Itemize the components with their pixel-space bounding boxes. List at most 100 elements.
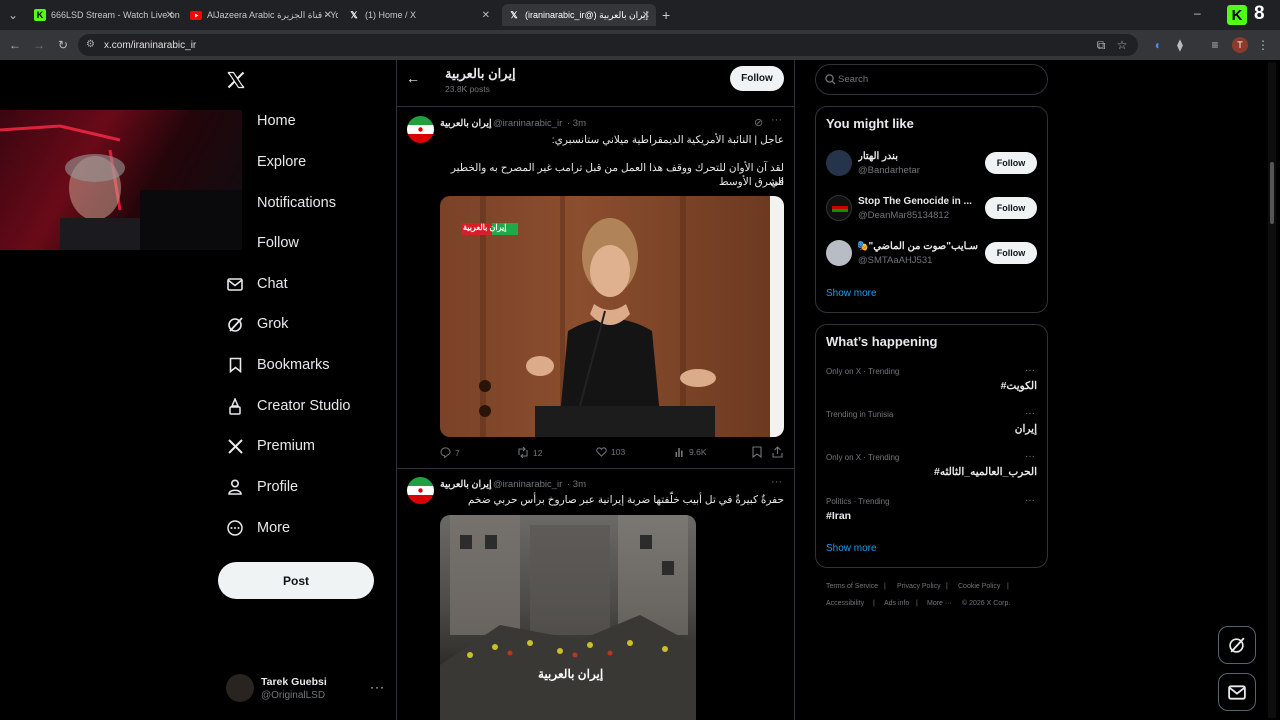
tab-kick[interactable]: K 666LSD Stream - Watch Live on ✕ — [30, 4, 180, 26]
reply-button[interactable]: 7 — [440, 447, 460, 458]
trend-item[interactable]: #الكويت — [826, 380, 1037, 392]
account-avatar[interactable] — [226, 674, 254, 702]
repost-button[interactable]: 12 — [517, 447, 542, 458]
repost-icon — [518, 447, 528, 458]
trend-more-icon[interactable]: ··· — [1025, 365, 1035, 376]
x-logo-icon[interactable] — [226, 70, 246, 90]
tweet-more-icon[interactable]: ··· — [771, 476, 782, 488]
nav-bookmarks[interactable]: Bookmarks — [226, 350, 330, 380]
reply-icon — [440, 447, 451, 458]
footer-link[interactable]: Privacy Policy — [897, 583, 941, 590]
footer-link[interactable]: Cookie Policy — [958, 583, 1000, 590]
close-icon[interactable]: ✕ — [324, 10, 332, 21]
profile-follow-button[interactable]: Follow — [730, 66, 784, 91]
footer-link[interactable]: Accessibility — [826, 600, 864, 607]
follow-button[interactable]: Follow — [985, 242, 1037, 264]
install-icon[interactable]: ⧉ — [1094, 38, 1108, 52]
follow-button[interactable]: Follow — [985, 152, 1037, 174]
messages-float-button[interactable] — [1218, 673, 1256, 711]
tweet-avatar[interactable] — [407, 116, 434, 143]
search-box[interactable]: Search — [815, 64, 1048, 95]
trend-item[interactable]: #Iran — [826, 510, 851, 522]
avatar[interactable] — [826, 240, 852, 266]
scrollbar-thumb[interactable] — [1270, 162, 1274, 224]
tab-youtube[interactable]: AlJazeera Arabic قناة الجزيرة - Yo ✕ — [186, 4, 338, 26]
site-info-icon[interactable]: ⚙ — [86, 39, 95, 50]
trend-item[interactable]: #الحرب_العالميه_الثالثه — [826, 466, 1037, 478]
views-button[interactable]: 9.6K — [675, 447, 707, 457]
back-arrow-icon[interactable]: ← — [406, 70, 420, 86]
forward-icon[interactable]: → — [32, 38, 46, 52]
post-button[interactable]: Post — [218, 562, 374, 599]
bookmark-icon[interactable] — [752, 446, 762, 458]
close-icon[interactable]: ✕ — [642, 10, 650, 21]
tweet-author[interactable]: إيران بالعربية — [440, 118, 492, 129]
suggestion-name[interactable]: بندر الهتار — [858, 151, 978, 162]
close-icon[interactable]: ✕ — [166, 10, 174, 21]
tweet-more-icon[interactable]: ··· — [771, 114, 782, 126]
trend-more-icon[interactable]: ··· — [1025, 451, 1035, 462]
tweet-image[interactable]: إيران بالعربية — [440, 515, 696, 720]
footer-link[interactable]: Ads info — [884, 600, 909, 607]
scrollbar[interactable] — [1268, 62, 1276, 718]
suggestion-handle: @DeanMar85134812 — [858, 210, 949, 221]
tab-search-icon[interactable]: ⌄ — [6, 8, 20, 22]
nav-notifications[interactable]: Notifications — [226, 188, 336, 218]
tweet-image[interactable]: إيران بالعربية — [440, 196, 784, 437]
tweet-handle[interactable]: @iraninarabic_ir — [493, 479, 562, 490]
back-icon[interactable]: ← — [8, 38, 22, 52]
nav-chat[interactable]: Chat — [226, 269, 288, 299]
nav-more[interactable]: More — [226, 513, 290, 543]
account-menu-icon[interactable]: ··· — [370, 680, 385, 694]
tweet-handle[interactable]: @iraninarabic_ir — [493, 118, 562, 129]
nav-follow[interactable]: Follow — [226, 228, 299, 258]
footer-sep: | — [916, 600, 918, 607]
suggestion-name[interactable]: سـايب"صوت من الماضي"🎭 — [858, 241, 978, 252]
nav-explore[interactable]: Explore — [226, 147, 306, 177]
nav-profile[interactable]: Profile — [226, 472, 298, 502]
trend-meta: Trending in Tunisia — [826, 410, 894, 419]
extensions-icon[interactable]: ⧫ — [1173, 38, 1187, 52]
speaker-photo — [462, 196, 784, 437]
url-text: x.com/iraninarabic_ir — [104, 39, 197, 51]
tab-x-profile[interactable]: 𝕏 إيران بالعربية (@iraninarabic_ir) ✕ — [502, 4, 656, 26]
tab-x-home[interactable]: 𝕏 (1) Home / X ✕ — [344, 4, 496, 26]
profile-avatar[interactable]: T — [1232, 37, 1248, 53]
close-icon[interactable]: ✕ — [482, 10, 490, 21]
minimize-icon[interactable]: – — [1194, 6, 1201, 20]
nav-premium[interactable]: Premium — [226, 431, 315, 461]
address-bar[interactable]: ⚙ x.com/iraninarabic_ir — [78, 34, 1138, 56]
tweet-time[interactable]: · 3m — [567, 479, 586, 490]
nav-creator-studio[interactable]: Creator Studio — [226, 391, 351, 421]
share-icon[interactable] — [772, 446, 783, 458]
trend-more-icon[interactable]: ··· — [1025, 408, 1035, 419]
like-button[interactable]: 103 — [596, 447, 625, 457]
extension-audio-icon[interactable]: ◖ — [1150, 38, 1164, 52]
footer-link[interactable]: Terms of Service — [826, 583, 878, 590]
person-plus-icon — [226, 234, 244, 252]
follow-button[interactable]: Follow — [985, 197, 1037, 219]
nav-grok[interactable]: Grok — [226, 309, 288, 339]
browser-tab-bar: ⌄ K 666LSD Stream - Watch Live on ✕ AlJa… — [0, 0, 1280, 30]
tweet-avatar[interactable] — [407, 477, 434, 504]
bookmark-star-icon[interactable]: ☆ — [1115, 38, 1129, 52]
reading-list-icon[interactable]: ≡ — [1208, 38, 1222, 52]
tweet-author[interactable]: إيران بالعربية — [440, 479, 492, 490]
nav-home[interactable]: Home — [226, 106, 296, 136]
show-more-link[interactable]: Show more — [826, 288, 877, 299]
trend-item[interactable]: إيران — [826, 423, 1037, 435]
suggestion-name[interactable]: Stop The Genocide in ... — [858, 196, 978, 207]
menu-kebab-icon[interactable]: ⋮ — [1256, 38, 1270, 52]
footer-link[interactable]: More ··· — [927, 600, 952, 607]
show-more-link[interactable]: Show more — [826, 543, 877, 554]
grok-float-button[interactable] — [1218, 626, 1256, 664]
avatar[interactable] — [826, 195, 852, 221]
x-icon: 𝕏 — [350, 9, 358, 20]
search-input[interactable]: Search — [838, 74, 868, 85]
new-tab-button[interactable]: + — [662, 4, 678, 26]
avatar[interactable] — [826, 150, 852, 176]
trend-more-icon[interactable]: ··· — [1025, 495, 1035, 506]
tweet-time[interactable]: · 3m — [567, 118, 586, 129]
grok-explain-icon[interactable]: ⊘ — [754, 116, 763, 129]
reload-icon[interactable]: ↻ — [56, 38, 70, 52]
